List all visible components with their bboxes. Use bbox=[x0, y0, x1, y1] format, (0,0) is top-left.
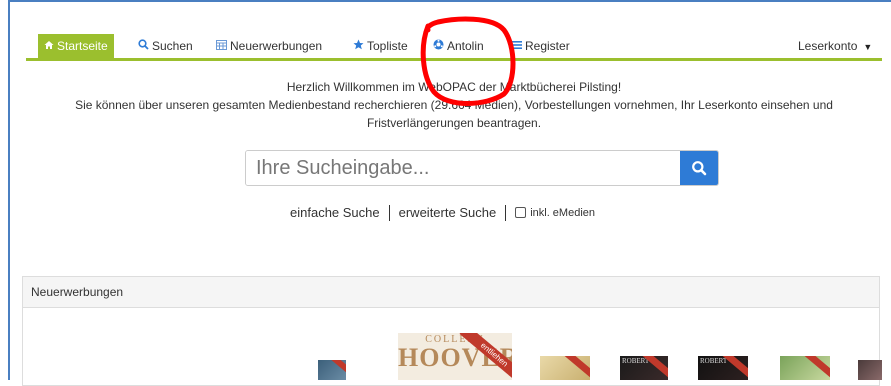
search-icon bbox=[138, 34, 149, 58]
ribbon bbox=[324, 360, 346, 380]
book-cover[interactable] bbox=[540, 356, 590, 380]
book-cover[interactable] bbox=[780, 356, 830, 380]
welcome-text: Herzlich Willkommen im WebOPAC der Markt… bbox=[26, 78, 882, 132]
list-icon bbox=[512, 34, 522, 58]
search-icon bbox=[680, 160, 718, 176]
divider bbox=[505, 204, 507, 221]
calendar-icon bbox=[216, 34, 227, 58]
book-cover[interactable] bbox=[858, 360, 882, 380]
book-cover[interactable]: ROBERT bbox=[698, 356, 748, 380]
nav-topliste[interactable]: Topliste bbox=[353, 34, 408, 58]
nav-label-suchen: Suchen bbox=[152, 39, 193, 53]
panel-title: Neuerwerbungen bbox=[23, 277, 879, 308]
search-box bbox=[245, 150, 719, 186]
nav-label-antolin: Antolin bbox=[447, 39, 484, 53]
ribbon bbox=[559, 356, 590, 380]
emedia-checkbox-label: inkl. eMedien bbox=[530, 206, 596, 219]
welcome-line-2: Sie können über unseren gesamten Medienb… bbox=[75, 98, 833, 112]
main-navbar: Startseite Suchen Neuerwerbungen Toplist… bbox=[26, 34, 882, 61]
nav-startseite[interactable]: Startseite bbox=[38, 34, 114, 58]
cover-author: ROBERT bbox=[700, 357, 728, 365]
search-mode-links: einfache Suche erweiterte Suche inkl. eMed… bbox=[290, 202, 595, 222]
welcome-line-1: Herzlich Willkommen im WebOPAC der Markt… bbox=[286, 80, 622, 94]
simple-search-link[interactable]: einfache Suche bbox=[290, 203, 380, 223]
search-input[interactable] bbox=[246, 151, 682, 185]
nav-antolin[interactable]: Antolin bbox=[433, 34, 484, 58]
nav-label-neuerwerbungen: Neuerwerbungen bbox=[230, 39, 323, 53]
welcome-line-3: Fristverlängerungen beantragen. bbox=[366, 116, 542, 130]
book-cover[interactable]: ROBERT bbox=[620, 356, 668, 380]
nav-suchen[interactable]: Suchen bbox=[138, 34, 193, 58]
nav-register[interactable]: Register bbox=[512, 34, 570, 58]
home-icon bbox=[44, 34, 54, 58]
nav-label-topliste: Topliste bbox=[367, 39, 408, 53]
nav-neuerwerbungen[interactable]: Neuerwerbungen bbox=[216, 34, 322, 58]
advanced-search-link[interactable]: erweiterte Suche bbox=[399, 203, 497, 223]
nav-label-startseite: Startseite bbox=[57, 39, 108, 53]
antolin-icon bbox=[433, 34, 444, 58]
caret-down-icon: ▼ bbox=[863, 42, 873, 52]
ribbon bbox=[799, 356, 830, 380]
emedia-option[interactable]: inkl. eMedien bbox=[515, 202, 595, 223]
search-button[interactable] bbox=[680, 151, 718, 185]
nav-label-register: Register bbox=[525, 39, 570, 53]
star-icon bbox=[353, 34, 364, 58]
divider bbox=[388, 204, 390, 221]
book-cover[interactable] bbox=[318, 360, 346, 380]
book-cover-featured[interactable]: COLLEEN HOOVER entliehen bbox=[398, 333, 512, 380]
emedia-checkbox[interactable] bbox=[515, 207, 527, 219]
leserkonto-label: Leserkonto bbox=[798, 39, 858, 53]
leserkonto-dropdown[interactable]: Leserkonto ▼ bbox=[798, 34, 872, 58]
